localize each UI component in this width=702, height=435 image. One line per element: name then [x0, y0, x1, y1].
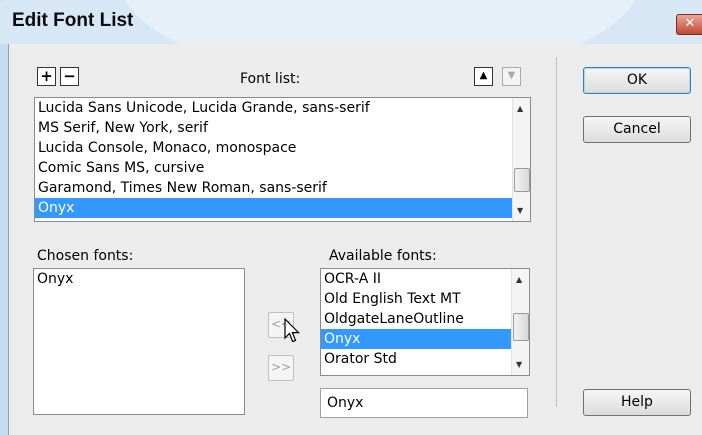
remove-from-chosen-button[interactable]: >>: [268, 355, 294, 381]
title-bar: Edit Font List ✕: [0, 0, 702, 44]
arrow-down-icon: ▼: [507, 70, 516, 81]
minus-icon: −: [63, 67, 76, 85]
scroll-up-icon[interactable]: ▲: [517, 104, 523, 113]
scroll-down-icon[interactable]: ▼: [516, 360, 522, 369]
close-button[interactable]: ✕: [676, 14, 702, 35]
add-font-button[interactable]: +: [37, 67, 56, 86]
list-item[interactable]: Orator Std: [321, 349, 529, 369]
scroll-thumb[interactable]: [513, 313, 529, 341]
cancel-button[interactable]: Cancel: [583, 116, 691, 143]
list-item[interactable]: Lucida Sans Unicode, Lucida Grande, sans…: [35, 98, 530, 118]
font-list-label: Font list:: [240, 71, 301, 87]
separator: [556, 57, 557, 407]
available-fonts-list[interactable]: OCR-A II Old English Text MT OldgateLane…: [320, 268, 530, 376]
move-down-button[interactable]: ▼: [502, 67, 521, 86]
plus-icon: +: [40, 67, 53, 85]
scroll-thumb[interactable]: [514, 168, 530, 192]
font-list-scrollbar[interactable]: ▲ ▼: [512, 98, 530, 221]
font-list[interactable]: Lucida Sans Unicode, Lucida Grande, sans…: [34, 97, 531, 222]
scroll-down-icon[interactable]: ▼: [517, 206, 523, 215]
scroll-up-icon[interactable]: ▲: [516, 275, 522, 284]
list-item[interactable]: MS Serif, New York, serif: [35, 118, 530, 138]
list-item[interactable]: Onyx: [34, 269, 244, 289]
list-item[interactable]: Garamond, Times New Roman, sans-serif: [35, 178, 530, 198]
remove-font-button[interactable]: −: [60, 67, 79, 86]
help-button[interactable]: Help: [583, 389, 691, 416]
window-frame-left: [0, 44, 9, 435]
available-fonts-label: Available fonts:: [329, 248, 437, 264]
move-up-button[interactable]: ▲: [474, 67, 493, 86]
list-item[interactable]: Old English Text MT: [321, 289, 529, 309]
chosen-fonts-label: Chosen fonts:: [37, 248, 134, 264]
chosen-fonts-list[interactable]: Onyx: [33, 268, 245, 415]
available-fonts-scrollbar[interactable]: ▲ ▼: [511, 269, 529, 375]
list-item[interactable]: OCR-A II: [321, 269, 529, 289]
list-item[interactable]: Comic Sans MS, cursive: [35, 158, 530, 178]
list-item-selected[interactable]: Onyx: [35, 198, 512, 218]
list-item-selected[interactable]: Onyx: [321, 329, 511, 349]
list-item[interactable]: OldgateLaneOutline: [321, 309, 529, 329]
arrow-up-icon: ▲: [479, 70, 488, 81]
list-item[interactable]: Lucida Console, Monaco, monospace: [35, 138, 530, 158]
mouse-cursor-icon: [284, 318, 300, 343]
dialog-title: Edit Font List: [12, 10, 134, 31]
font-name-input[interactable]: Onyx: [320, 388, 528, 418]
ok-button[interactable]: OK: [583, 67, 691, 94]
